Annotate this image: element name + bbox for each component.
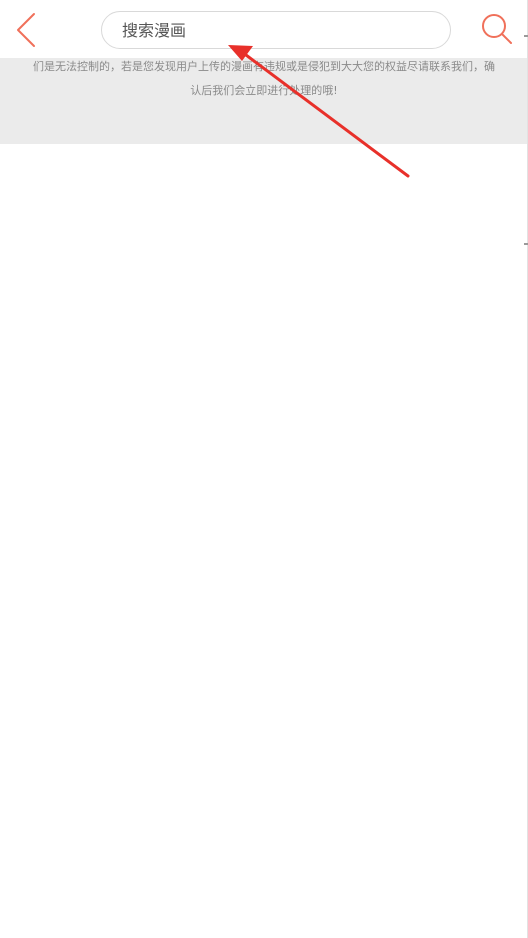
magnifier-icon	[482, 14, 512, 44]
top-bar	[0, 0, 528, 58]
search-input[interactable]	[122, 12, 432, 48]
chevron-left-icon	[17, 13, 35, 47]
edge-tick	[524, 243, 528, 245]
search-button[interactable]	[480, 12, 514, 46]
notice-line-1: 们是无法控制的，若是您发现用户上传的漫画有违规或是侵犯到大大您的权益尽请联系我们…	[33, 60, 495, 73]
copyright-notice: 们是无法控制的，若是您发现用户上传的漫画有违规或是侵犯到大大您的权益尽请联系我们…	[0, 58, 528, 144]
notice-line-2: 认后我们会立即进行处理的哦!	[190, 84, 338, 97]
edge-tick	[524, 35, 528, 37]
comic-search-screen: 们是无法控制的，若是您发现用户上传的漫画有违规或是侵犯到大大您的权益尽请联系我们…	[0, 0, 528, 938]
back-button[interactable]	[10, 10, 44, 50]
search-box[interactable]	[101, 11, 451, 49]
